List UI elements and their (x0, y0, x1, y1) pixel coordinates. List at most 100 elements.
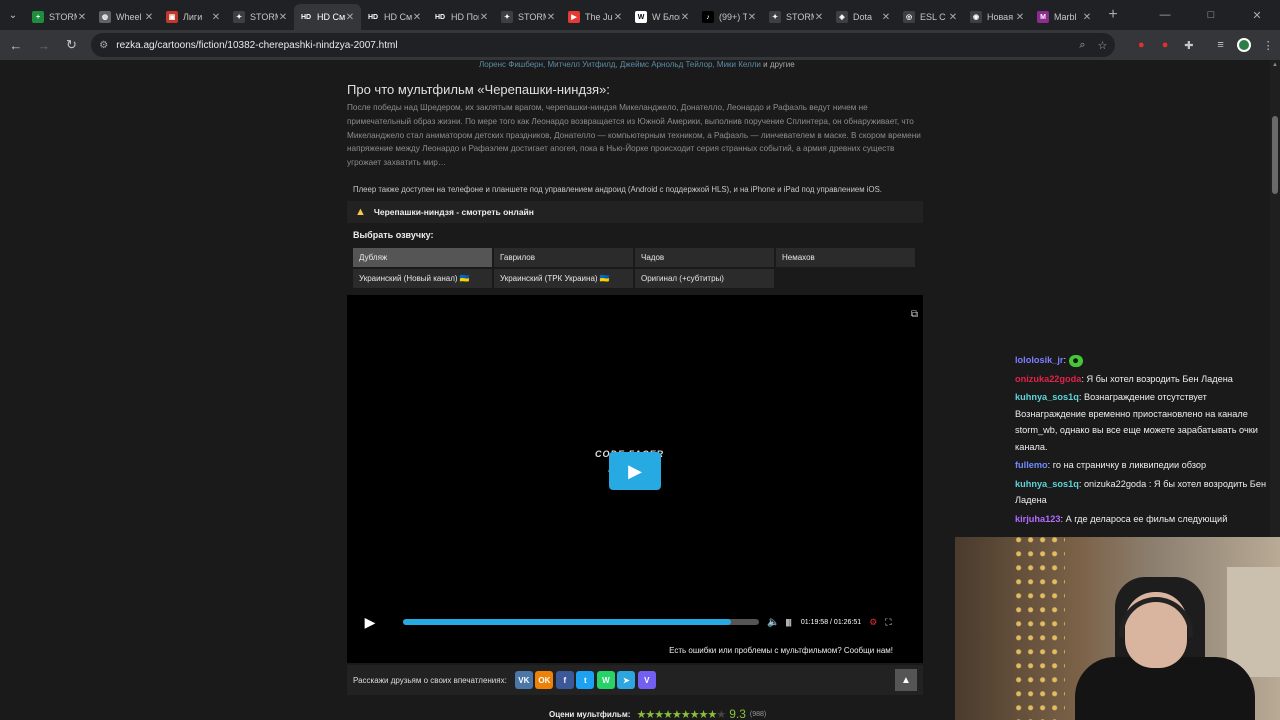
tab-close-icon[interactable]: ✕ (211, 12, 221, 23)
rating-star-icon[interactable]: ★ (681, 709, 691, 720)
tab-close-icon[interactable]: ✕ (77, 12, 87, 23)
voice-option[interactable]: Гаврилов (494, 248, 633, 267)
extensions-puzzle-icon[interactable]: ✚ (1177, 33, 1201, 57)
voice-option[interactable]: Оригинал (+субтитры) (635, 269, 774, 288)
new-tab-button[interactable]: + (1102, 4, 1124, 26)
tab-close-icon[interactable]: ✕ (680, 12, 690, 23)
tab-close-icon[interactable]: ✕ (412, 12, 422, 23)
browser-tab[interactable]: HD HD Смотр✕ (294, 4, 361, 30)
tab-close-icon[interactable]: ✕ (747, 12, 757, 23)
scroll-up-arrow-icon[interactable]: ▲ (1272, 62, 1278, 68)
voice-option[interactable]: Дубляж (353, 248, 492, 267)
forward-icon[interactable]: → (32, 33, 56, 57)
share-label: Расскажи друзьям о своих впечатлениях: (353, 675, 507, 685)
back-icon[interactable]: ← (4, 33, 28, 57)
chat-username[interactable]: onizuka22goda (1015, 374, 1081, 384)
social-share-icon[interactable]: V (637, 671, 656, 689)
picture-in-picture-icon[interactable]: ⧉ (911, 309, 918, 320)
tab-close-icon[interactable]: ✕ (345, 12, 355, 23)
chat-username[interactable]: lololosik_jr (1015, 355, 1064, 365)
volume-icon[interactable]: 🔈 (767, 617, 779, 628)
cast-links[interactable]: Лоренс Фишберн, Митчелл Уитфилд, Джеймс … (479, 60, 761, 69)
browser-tab[interactable]: ▶ The Ju ✕ (562, 4, 629, 30)
chat-username[interactable]: fullemo (1015, 460, 1048, 470)
scroll-up-icon[interactable]: ▲ (895, 669, 917, 691)
rating-star-icon[interactable]: ★ (707, 709, 717, 720)
browser-tab[interactable]: ◉ Новая ✕ (964, 4, 1031, 30)
tab-close-icon[interactable]: ✕ (1082, 12, 1092, 23)
close-window-icon[interactable]: ✕ (1234, 0, 1280, 30)
browser-tab[interactable]: W W Блонд✕ (629, 4, 696, 30)
social-share-icon[interactable]: OK (535, 671, 554, 689)
tab-title: Новая (987, 12, 1014, 22)
media-icon[interactable]: ≡ (1209, 33, 1233, 57)
browser-tab[interactable]: M Marbl ✕ (1031, 4, 1098, 30)
browser-tab[interactable]: ✦ STORM✕ (227, 4, 294, 30)
tab-close-icon[interactable]: ✕ (613, 12, 623, 23)
tab-close-icon[interactable]: ✕ (479, 12, 489, 23)
rating-star-icon[interactable]: ★ (636, 709, 646, 720)
browser-tab[interactable]: HD HD Смотр✕ (361, 4, 428, 30)
browser-tab[interactable]: ✦ STORM✕ (763, 4, 830, 30)
address-bar[interactable]: ⚙ rezka.ag/cartoons/fiction/10382-cherep… (91, 33, 1116, 57)
rating-star-icon[interactable]: ★ (716, 709, 726, 720)
maximize-icon[interactable]: □ (1188, 0, 1234, 30)
social-share-icon[interactable]: t (576, 671, 595, 689)
rating-stars[interactable]: ★★★★★★★★★★ (636, 708, 726, 720)
social-share-icon[interactable]: VK (514, 671, 533, 689)
rating-value: 9.3 (729, 707, 746, 720)
tab-close-icon[interactable]: ✕ (881, 12, 891, 23)
progress-bar[interactable] (403, 619, 759, 625)
browser-tab[interactable]: ◎ ESL C ✕ (897, 4, 964, 30)
url-text[interactable]: rezka.ag/cartoons/fiction/10382-cherepas… (116, 40, 1067, 51)
report-error-link[interactable]: Есть ошибки или проблемы с мультфильмом?… (669, 646, 893, 655)
extension-icon[interactable]: ● (1129, 33, 1153, 57)
rating-star-icon[interactable]: ★ (645, 709, 655, 720)
voice-option[interactable]: Немахов (776, 248, 915, 267)
rating-star-icon[interactable]: ★ (663, 709, 673, 720)
zoom-icon[interactable]: ⌕ (1079, 39, 1085, 52)
chat-username[interactable]: kuhnya_sos1q (1015, 479, 1079, 489)
chat-username[interactable]: kirjuha123 (1015, 514, 1060, 524)
settings-icon[interactable]: ⚙ (869, 617, 877, 628)
browser-tab[interactable]: ✦ STORM✕ (495, 4, 562, 30)
rating-star-icon[interactable]: ★ (654, 709, 664, 720)
browser-tab[interactable]: ▣ Лиги ✕ (160, 4, 227, 30)
minimize-icon[interactable]: — (1142, 0, 1188, 30)
site-info-icon[interactable]: ⚙ (99, 40, 108, 51)
tab-close-icon[interactable]: ✕ (948, 12, 958, 23)
fullscreen-icon[interactable]: ⛶ (885, 617, 891, 628)
menu-icon[interactable]: ⋮ (1256, 33, 1280, 57)
browser-tab[interactable]: + STORM✕ (26, 4, 93, 30)
video-player[interactable]: ⧉ CODE FACER FLIP ▶ ▶ 🔈 ||||| 01:19:58 /… (347, 295, 923, 663)
bookmark-star-icon[interactable]: ☆ (1098, 39, 1108, 52)
reload-icon[interactable]: ↻ (60, 33, 84, 57)
scrollbar-thumb[interactable] (1272, 116, 1278, 194)
profile-avatar[interactable] (1232, 33, 1256, 57)
chat-username[interactable]: kuhnya_sos1q (1015, 392, 1079, 402)
volume-slider[interactable]: ||||| (785, 618, 791, 627)
extension-icon[interactable]: ● (1153, 33, 1177, 57)
rating-star-icon[interactable]: ★ (672, 709, 682, 720)
browser-tab[interactable]: ◈ Dota ✕ (830, 4, 897, 30)
rating-star-icon[interactable]: ★ (690, 709, 700, 720)
tab-close-icon[interactable]: ✕ (814, 12, 824, 23)
big-play-button[interactable]: ▶ (609, 452, 661, 490)
voice-option[interactable]: Украинский (Новый канал) 🇺🇦 (353, 269, 492, 288)
browser-tab[interactable]: HD HD Поиск✕ (428, 4, 495, 30)
voice-option[interactable]: Чадов (635, 248, 774, 267)
tab-close-icon[interactable]: ✕ (546, 12, 556, 23)
social-share-icon[interactable]: ➤ (617, 671, 636, 689)
play-icon[interactable]: ▶ (357, 611, 383, 633)
tab-close-icon[interactable]: ✕ (1015, 12, 1025, 23)
tab-search-icon[interactable]: ⌄ (0, 0, 26, 30)
social-share-icon[interactable]: f (555, 671, 574, 689)
browser-tab[interactable]: ◍ Wheel ✕ (93, 4, 160, 30)
tab-close-icon[interactable]: ✕ (278, 12, 288, 23)
browser-tab[interactable]: ♪ (99+) T ✕ (696, 4, 763, 30)
social-share-icon[interactable]: W (596, 671, 615, 689)
stream-chat: lololosik_jr: ☻ onizuka22goda: Я бы хотел… (1015, 352, 1273, 529)
voice-option[interactable]: Украинский (ТРК Украина) 🇺🇦 (494, 269, 633, 288)
progress-fill (403, 619, 731, 625)
tab-close-icon[interactable]: ✕ (144, 12, 154, 23)
